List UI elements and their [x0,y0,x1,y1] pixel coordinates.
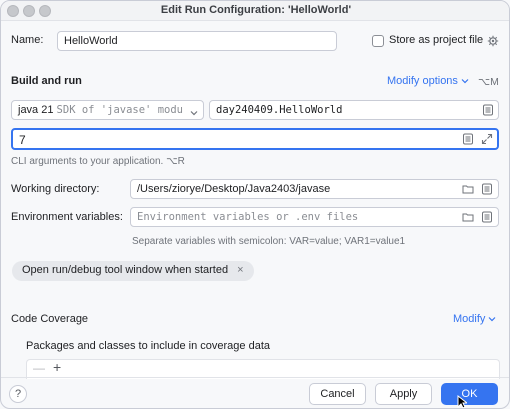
chevron-down-icon [190,107,198,119]
code-coverage-heading: Code Coverage [11,313,89,325]
working-directory-label: Working directory: [11,183,100,195]
folder-icon[interactable] [462,183,474,195]
chevron-down-icon [461,75,470,87]
program-arguments-hint: CLI arguments to your application. ⌥R [11,156,185,167]
modify-options-label: Modify options [387,75,458,87]
apply-button[interactable]: Apply [375,383,432,405]
edit-run-configuration-dialog: Edit Run Configuration: 'HelloWorld' Nam… [0,0,510,409]
working-directory-field[interactable]: /Users/ziorye/Desktop/Java2403/javase [130,179,499,199]
environment-variables-label: Environment variables: [11,211,123,223]
coverage-modify-label: Modify [453,313,486,325]
jdk-select[interactable]: java 21 SDK of 'javase' modu [11,100,204,120]
close-icon[interactable]: × [237,264,243,276]
environment-variables-hint: Separate variables with semicolon: VAR=v… [132,236,406,247]
jdk-detail: SDK of 'javase' modu [56,104,183,116]
help-button[interactable]: ? [9,385,27,403]
name-label: Name: [11,34,44,46]
store-project-file-label: Store as project file [389,34,484,46]
ok-button[interactable]: OK [441,383,498,405]
footer-divider [1,377,509,378]
name-field[interactable]: HelloWorld [57,31,337,51]
cancel-button[interactable]: Cancel [309,383,366,405]
chevron-down-icon [488,313,497,325]
browse-classes-icon[interactable] [482,104,494,116]
modify-options-shortcut: ⌥M [478,76,499,88]
window-title: Edit Run Configuration: 'HelloWorld' [160,4,352,16]
add-icon[interactable]: + [53,359,61,375]
main-class-field[interactable]: day240409.HelloWorld [209,100,499,120]
option-chip-label: Open run/debug tool window when started [22,264,229,276]
build-and-run-heading: Build and run [11,75,82,87]
program-arguments-field[interactable]: 7 [11,128,499,150]
open-tool-window-option-chip[interactable]: Open run/debug tool window when started … [12,261,254,281]
cursor-icon [457,394,469,408]
environment-variables-field[interactable]: Environment variables or .env files [130,207,499,227]
coverage-packages-toolbar: — + [26,359,500,379]
store-project-file-checkbox[interactable] [372,35,384,47]
expand-text-icon[interactable] [462,133,474,145]
title-bar: Edit Run Configuration: 'HelloWorld' [1,1,509,21]
folder-icon[interactable] [462,211,474,223]
remove-icon[interactable]: — [33,361,45,375]
jdk-version: java 21 [18,104,54,116]
modify-options-link[interactable]: Modify options [387,75,470,87]
coverage-modify-link[interactable]: Modify [453,313,497,325]
edit-variables-icon[interactable] [481,211,493,223]
coverage-packages-label: Packages and classes to include in cover… [26,340,270,352]
expand-arrows-icon[interactable] [481,133,493,145]
gear-icon[interactable] [487,35,499,47]
macros-icon[interactable] [481,183,493,195]
